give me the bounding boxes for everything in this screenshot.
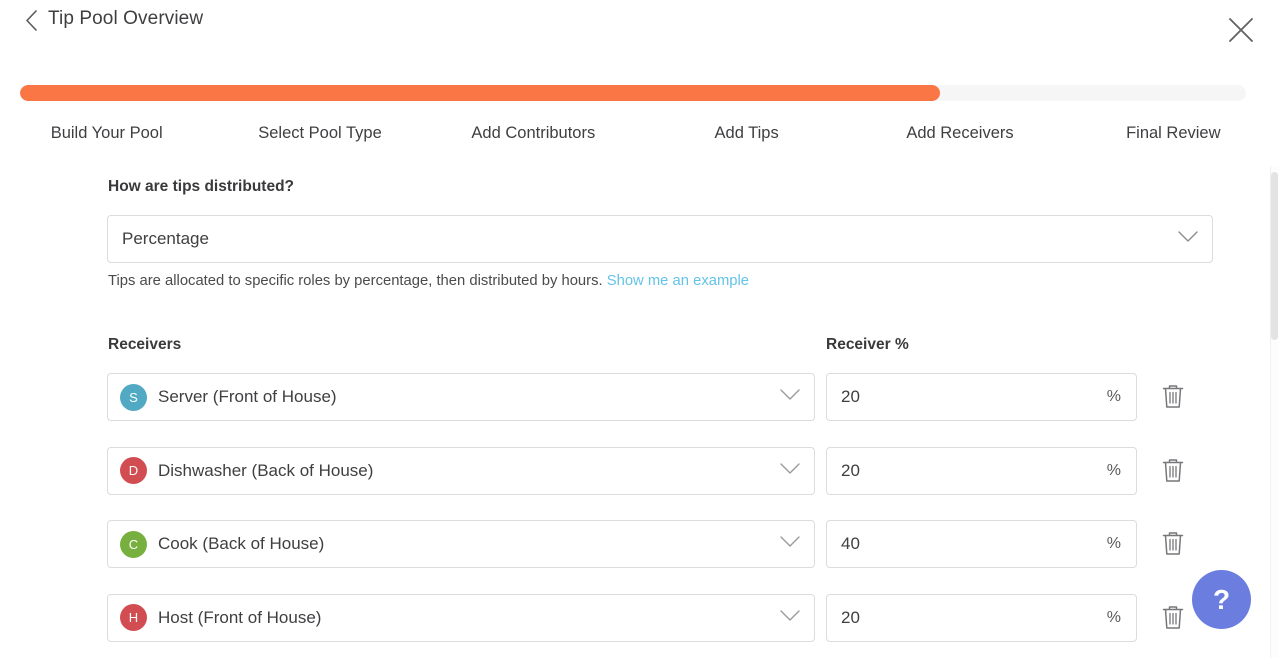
avatar: H [120,604,147,631]
helper-text-static: Tips are allocated to specific roles by … [108,273,603,289]
close-button[interactable] [1224,13,1258,47]
receiver-rows: S Server (Front of House) 20% D Dishwasher (… [0,373,1280,658]
receiver-select-0[interactable]: S Server (Front of House) [107,373,815,421]
page-title: Tip Pool Overview [48,8,203,30]
receiver-percent-value: 20 [827,608,860,628]
receiver-select-3[interactable]: H Host (Front of House) [107,594,815,642]
stepper-step-0[interactable]: Build Your Pool [0,124,213,143]
receiver-row: H Host (Front of House) 20% [0,594,1280,658]
page-header: Tip Pool Overview [0,0,1280,58]
percent-sign: % [1107,388,1121,406]
show-example-link[interactable]: Show me an example [607,273,749,289]
scrollbar-thumb[interactable] [1271,172,1278,340]
helper-text: Tips are allocated to specific roles by … [108,273,749,289]
chevron-down-icon [780,609,800,627]
chevron-down-icon [1178,230,1198,248]
receiver-name: Dishwasher (Back of House) [158,461,373,481]
chevron-down-icon [780,388,800,406]
help-button[interactable]: ? [1192,570,1251,629]
percent-sign: % [1107,535,1121,553]
receiver-percent-input-0[interactable]: 20% [826,373,1137,421]
stepper-labels: Build Your PoolSelect Pool TypeAdd Contr… [0,124,1280,143]
delete-receiver-button-1[interactable] [1160,456,1188,486]
receiver-percent-column-header: Receiver % [826,336,909,354]
receiver-name: Server (Front of House) [158,387,337,407]
receiver-percent-value: 40 [827,534,860,554]
trash-icon [1160,544,1186,561]
receiver-percent-input-1[interactable]: 20% [826,447,1137,495]
form-content: How are tips distributed? Percentage Tip… [0,168,1280,658]
delete-receiver-button-2[interactable] [1160,529,1188,559]
close-icon [1227,16,1255,44]
chevron-left-icon [25,10,38,31]
stepper-step-2[interactable]: Add Contributors [427,124,640,143]
trash-icon [1160,618,1186,635]
receivers-column-header: Receivers [108,336,181,354]
distribution-select-value: Percentage [108,229,209,249]
trash-icon [1160,471,1186,488]
receiver-row: S Server (Front of House) 20% [0,373,1280,447]
receiver-name: Host (Front of House) [158,608,321,628]
receiver-row: D Dishwasher (Back of House) 20% [0,447,1280,521]
percent-sign: % [1107,462,1121,480]
receiver-select-2[interactable]: C Cook (Back of House) [107,520,815,568]
stepper-step-5[interactable]: Final Review [1067,124,1280,143]
receiver-percent-input-2[interactable]: 40% [826,520,1137,568]
chevron-down-icon [780,462,800,480]
avatar: D [120,457,147,484]
trash-icon [1160,397,1186,414]
distribution-label: How are tips distributed? [108,178,294,196]
chevron-down-icon [780,535,800,553]
progress-bar-fill [20,85,940,101]
delete-receiver-button-0[interactable] [1160,382,1188,412]
avatar: C [120,531,147,558]
percent-sign: % [1107,609,1121,627]
receiver-percent-value: 20 [827,461,860,481]
receiver-percent-input-3[interactable]: 20% [826,594,1137,642]
avatar: S [120,384,147,411]
back-button[interactable] [18,6,44,34]
stepper-step-4[interactable]: Add Receivers [853,124,1066,143]
tip-pool-overview-page: Tip Pool Overview Build Your PoolSelect … [0,0,1280,658]
stepper-step-3[interactable]: Add Tips [640,124,853,143]
distribution-select[interactable]: Percentage [107,215,1213,263]
stepper-step-1[interactable]: Select Pool Type [213,124,426,143]
receiver-select-1[interactable]: D Dishwasher (Back of House) [107,447,815,495]
receiver-percent-value: 20 [827,387,860,407]
progress-bar-track [20,85,1246,101]
delete-receiver-button-3[interactable] [1160,603,1188,633]
receiver-name: Cook (Back of House) [158,534,324,554]
receiver-row: C Cook (Back of House) 40% [0,520,1280,594]
